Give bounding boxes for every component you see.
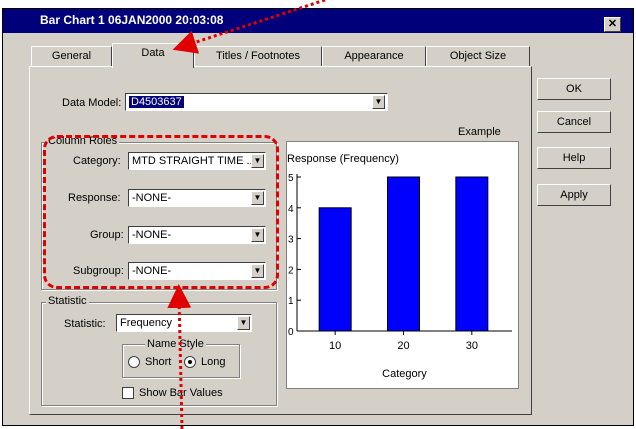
chevron-down-icon[interactable]: ▼ xyxy=(237,316,250,330)
chart-y-tick-label: 5 xyxy=(288,173,294,184)
tab-appearance[interactable]: Appearance xyxy=(322,46,426,67)
chevron-down-icon[interactable]: ▼ xyxy=(372,95,385,109)
example-chart-svg: Response (Frequency) 0 1 2 3 4 5 10 20 30 Category xyxy=(287,153,512,380)
chart-bar xyxy=(387,176,420,332)
example-chart: Response (Frequency) 0 1 2 3 4 5 10 20 30 Category xyxy=(286,141,519,389)
name-style-title: Name Style xyxy=(145,338,206,350)
chart-x-axis-label: Category xyxy=(382,368,427,380)
tab-general[interactable]: General xyxy=(31,46,112,67)
data-model-value: D4503637 xyxy=(129,96,184,108)
apply-button[interactable]: Apply xyxy=(537,184,611,206)
chart-y-tick-label: 4 xyxy=(288,204,294,215)
short-radio[interactable] xyxy=(128,356,140,368)
statistic-label: Statistic: xyxy=(64,318,106,330)
long-radio-label: Long xyxy=(201,356,226,368)
chart-y-tick-label: 2 xyxy=(288,265,294,276)
chart-x-tick-label: 30 xyxy=(466,340,478,352)
chart-y-tick-label: 1 xyxy=(288,296,294,307)
tab-data[interactable]: Data xyxy=(112,43,194,68)
short-radio-label: Short xyxy=(145,356,172,368)
chart-bar xyxy=(455,176,489,332)
long-radio[interactable] xyxy=(184,356,196,368)
chart-y-tick-label: 0 xyxy=(288,327,294,338)
show-bar-values-label: Show Bar Values xyxy=(139,387,223,399)
chart-bar xyxy=(318,207,352,332)
help-button[interactable]: Help xyxy=(537,147,611,169)
statistic-select[interactable]: Frequency xyxy=(116,314,252,332)
close-icon[interactable]: ✕ xyxy=(604,17,621,32)
tab-object-size[interactable]: Object Size xyxy=(426,46,530,67)
statistic-group-title: Statistic xyxy=(46,295,89,307)
cancel-button[interactable]: Cancel xyxy=(537,111,611,133)
chart-y-tick-label: 3 xyxy=(288,235,294,246)
chart-x-tick-label: 10 xyxy=(329,340,341,352)
data-model-label: Data Model: xyxy=(62,97,122,109)
chart-x-tick-label: 20 xyxy=(397,340,409,352)
tab-titles-footnotes[interactable]: Titles / Footnotes xyxy=(194,46,322,67)
window-title: Bar Chart 1 06JAN2000 20:03:08 xyxy=(40,13,224,27)
chart-title: Response (Frequency) xyxy=(287,153,399,165)
show-bar-values-checkbox[interactable] xyxy=(122,387,134,399)
data-model-select[interactable]: D4503637 xyxy=(125,93,388,111)
ok-button[interactable]: OK xyxy=(537,78,611,100)
annotation-dashed-outline xyxy=(43,135,279,289)
example-label: Example xyxy=(458,126,501,138)
